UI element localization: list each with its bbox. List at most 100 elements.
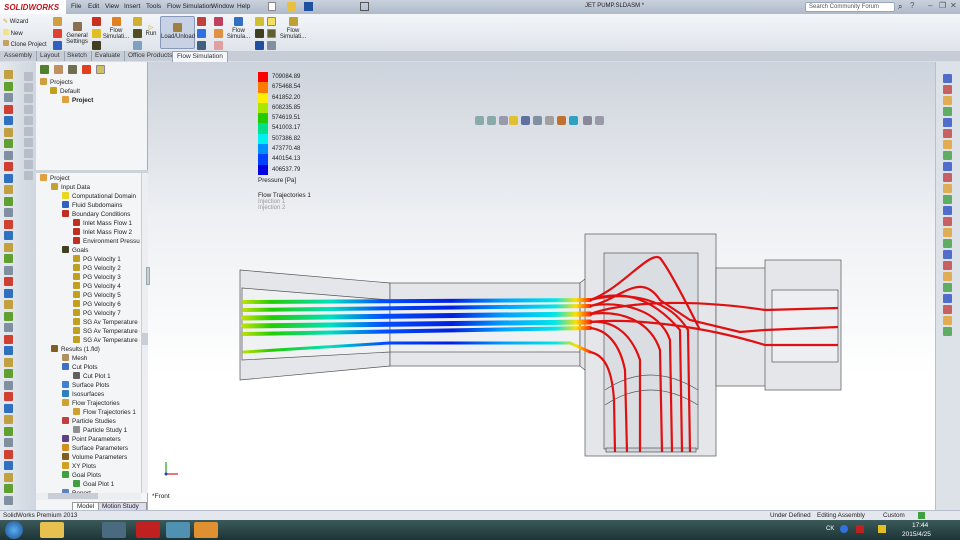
- help-tray-icon[interactable]: [840, 525, 848, 533]
- cut-plot-icon[interactable]: [197, 29, 206, 38]
- sketch-tool-icon[interactable]: [943, 217, 952, 226]
- sketch-tool-icon[interactable]: [943, 129, 952, 138]
- assembly-tool-icon[interactable]: [24, 138, 33, 147]
- tool-icon[interactable]: [4, 403, 13, 413]
- tab-flow-simulation[interactable]: Flow Simulation: [172, 51, 228, 62]
- projects-root[interactable]: Projects: [40, 78, 73, 87]
- tree-item[interactable]: Project: [40, 174, 70, 183]
- tool-icon[interactable]: [4, 208, 13, 217]
- results-icon[interactable]: [197, 17, 206, 26]
- tool-icon[interactable]: [4, 461, 13, 470]
- sketch-tool-icon[interactable]: [943, 173, 952, 182]
- sketch-tool-icon[interactable]: [943, 151, 952, 160]
- tool-icon[interactable]: [4, 196, 13, 206]
- tab-layout[interactable]: Layout: [36, 51, 65, 61]
- tree-item[interactable]: PG Velocity 1: [73, 255, 121, 264]
- tool-icon[interactable]: [4, 472, 13, 482]
- tool-icon[interactable]: [4, 334, 13, 344]
- tool-icon[interactable]: [4, 415, 13, 424]
- trajectory-icon[interactable]: [214, 29, 223, 38]
- tool-icon[interactable]: [4, 438, 13, 447]
- tree-item[interactable]: Cut Plots: [62, 363, 98, 372]
- close-icon[interactable]: ✕: [950, 1, 957, 10]
- run-button[interactable]: ▷ Run: [144, 24, 158, 37]
- tool-icon[interactable]: [4, 219, 13, 229]
- tab-evaluate[interactable]: Evaluate: [91, 51, 126, 61]
- goal-icon[interactable]: [92, 41, 101, 50]
- search-icon[interactable]: ⌕: [898, 2, 902, 12]
- tree-item[interactable]: Isosurfaces: [62, 390, 104, 399]
- tree-item[interactable]: Fluid Subdomains: [62, 201, 122, 210]
- tree-item[interactable]: Particle Study 1: [73, 426, 127, 435]
- menu-window[interactable]: Window: [211, 3, 234, 10]
- tree-item[interactable]: Environment Pressure: [73, 237, 140, 246]
- wizard-button[interactable]: ✎ Wizard: [3, 18, 28, 25]
- sketch-tool-icon[interactable]: [943, 107, 952, 116]
- particle-icon[interactable]: [214, 41, 223, 50]
- media-taskbar-icon[interactable]: [102, 522, 126, 538]
- tool-icon[interactable]: [4, 323, 13, 332]
- xy-plot-icon[interactable]: [255, 17, 264, 26]
- tree-vertical-scrollbar[interactable]: [141, 173, 148, 493]
- assembly-tool-icon[interactable]: [24, 160, 33, 169]
- assembly-tool-icon[interactable]: [24, 149, 33, 158]
- explorer-taskbar-icon[interactable]: [40, 522, 64, 538]
- flow-simulation-options-button[interactable]: Flow Simulati...: [279, 17, 307, 40]
- tree-item[interactable]: Flow Trajectories 1: [73, 408, 136, 417]
- menu-insert[interactable]: Insert: [124, 3, 140, 10]
- tool-icon[interactable]: [4, 311, 13, 321]
- search-input[interactable]: Search Community Forum: [805, 2, 895, 12]
- tree-item[interactable]: Inlet Mass Flow 1: [73, 219, 132, 228]
- sketch-tool-icon[interactable]: [943, 250, 952, 259]
- tool-icon[interactable]: [4, 392, 13, 401]
- monitor-icon[interactable]: [133, 41, 142, 50]
- tool-icon[interactable]: [4, 495, 13, 505]
- tool-icon[interactable]: [4, 288, 13, 298]
- sketch-tool-icon[interactable]: [943, 195, 952, 204]
- boundary-icon[interactable]: [92, 29, 101, 38]
- tool-icon[interactable]: [4, 116, 13, 125]
- goal-plot-icon[interactable]: [255, 29, 264, 38]
- flow-simulation-tab-icon[interactable]: [96, 65, 105, 74]
- assembly-tool-icon[interactable]: [24, 105, 33, 114]
- tree-item[interactable]: Results (1.fld): [51, 345, 100, 354]
- display-tab-icon[interactable]: [82, 65, 91, 74]
- minimize-icon[interactable]: –: [928, 1, 932, 10]
- tree-item[interactable]: Cut Plot 1: [73, 372, 111, 381]
- tool-icon[interactable]: [4, 162, 13, 171]
- tool-icon[interactable]: [4, 150, 13, 160]
- units-dropdown[interactable]: Custom: [883, 512, 905, 519]
- sketch-tool-icon[interactable]: [943, 294, 952, 303]
- menu-view[interactable]: View: [105, 3, 119, 10]
- tree-item[interactable]: PG Velocity 7: [73, 309, 121, 318]
- tab-office-products[interactable]: Office Products: [124, 51, 178, 61]
- start-button[interactable]: [5, 521, 23, 539]
- isosurface-icon[interactable]: [214, 17, 223, 26]
- sketch-tool-icon[interactable]: [943, 228, 952, 237]
- tool-icon[interactable]: [4, 139, 13, 148]
- tree-horizontal-scrollbar[interactable]: [36, 493, 141, 500]
- domain-icon[interactable]: [92, 17, 101, 26]
- new-document-icon[interactable]: [268, 2, 276, 11]
- new-project-button[interactable]: New: [3, 29, 23, 37]
- tree-item[interactable]: Computational Domain: [62, 192, 136, 201]
- tool-icon[interactable]: [4, 81, 13, 91]
- light-icon[interactable]: [267, 17, 276, 26]
- tool-icon[interactable]: [4, 231, 13, 240]
- panel-collapse-handle[interactable]: [146, 267, 150, 285]
- sketch-tool-icon[interactable]: [943, 206, 952, 215]
- gear-icon[interactable]: [267, 41, 276, 50]
- help-icon[interactable]: ?: [910, 1, 914, 10]
- tool-icon[interactable]: [4, 265, 13, 275]
- menu-edit[interactable]: Edit: [88, 3, 99, 10]
- surface-plot-icon[interactable]: [197, 41, 206, 50]
- tree-item[interactable]: Particle Studies: [62, 417, 116, 426]
- tool-icon[interactable]: [4, 104, 13, 114]
- sketch-tool-icon[interactable]: [943, 74, 952, 83]
- sketch-tool-icon[interactable]: [943, 272, 952, 281]
- tree-item[interactable]: Flow Trajectories: [62, 399, 120, 408]
- tree-item[interactable]: SG Av Temperature (: [73, 318, 140, 327]
- batch-icon[interactable]: [133, 29, 142, 38]
- property-tab-icon[interactable]: [54, 65, 63, 74]
- tree-item[interactable]: Boundary Conditions: [62, 210, 130, 219]
